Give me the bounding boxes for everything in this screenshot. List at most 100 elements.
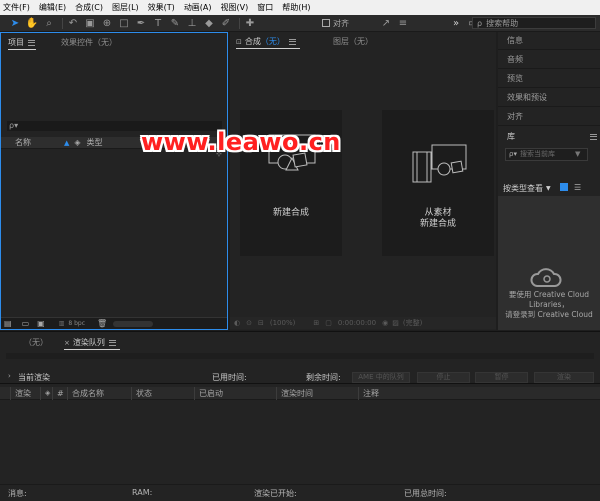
tab-project[interactable]: 项目 — [8, 37, 35, 48]
pan-behind-tool-icon[interactable]: ⊕ — [100, 16, 114, 30]
new-composition-icon[interactable]: ▣ — [37, 319, 45, 328]
guides-icon[interactable]: ▢ — [325, 319, 332, 327]
panel-menu-icon[interactable] — [28, 39, 35, 46]
color-depth-label[interactable]: 8 bpc — [68, 320, 85, 327]
lock-icon[interactable]: ⊡ — [236, 38, 242, 46]
panel-menu-icon[interactable] — [108, 339, 116, 346]
column-render-time[interactable]: 渲染时间 — [276, 387, 358, 400]
menu-composition[interactable]: 合成(C) — [75, 2, 103, 13]
ame-queue-button[interactable]: AME 中的队列 — [352, 372, 410, 383]
timecode-display[interactable]: 0:00:00:00 — [338, 319, 376, 327]
resolution-dropdown[interactable]: (完整) — [403, 318, 422, 328]
panel-align[interactable]: 对齐 — [498, 108, 600, 126]
render-queue-status-bar: 消息: RAM: 渲染已开始: 已用总时间: — [0, 484, 600, 501]
pause-button[interactable]: 暂停 — [475, 372, 528, 383]
menu-window[interactable]: 窗口 — [257, 2, 273, 13]
label-tag-icon[interactable]: ◈ — [40, 387, 52, 400]
sort-ascending-icon[interactable]: ▲ — [64, 139, 69, 147]
snap-checkbox[interactable] — [322, 19, 330, 27]
panel-effects-presets[interactable]: 效果和预设 — [498, 89, 600, 107]
panel-menu-icon[interactable] — [288, 38, 296, 45]
rotate-tool-icon[interactable]: ↶ — [66, 16, 80, 30]
tab-timeline-none[interactable]: （无） — [24, 337, 48, 348]
roto-brush-tool-icon[interactable]: ✐ — [219, 16, 233, 30]
delete-icon[interactable]: 🗑 — [97, 319, 107, 328]
camera-tool-icon[interactable]: ▣ — [83, 16, 97, 30]
channel-icon[interactable]: ▨ — [392, 319, 399, 327]
snapshot-icon[interactable]: ◉ — [382, 319, 388, 327]
clone-stamp-tool-icon[interactable]: ⊥ — [185, 16, 199, 30]
column-status[interactable]: 状态 — [131, 387, 194, 400]
timeline-panel: （无） × 渲染队列 — [0, 331, 600, 501]
column-started[interactable]: 已启动 — [194, 387, 276, 400]
interpret-footage-icon[interactable]: ▤ — [4, 319, 12, 328]
stop-button[interactable]: 停止 — [417, 372, 470, 383]
rectangle-tool-icon[interactable]: □ — [117, 16, 131, 30]
brush-tool-icon[interactable]: ✎ — [168, 16, 182, 30]
list-view-icon[interactable]: ☰ — [574, 183, 581, 192]
menu-animation[interactable]: 动画(A) — [184, 2, 212, 13]
grid-toggle-icon[interactable]: ⊞ — [313, 319, 319, 327]
column-comp-name[interactable]: 合成名称 — [67, 387, 131, 400]
workspace-overflow-icon[interactable]: » — [449, 16, 463, 30]
current-render-label: 当前渲染 — [18, 373, 50, 382]
column-comment[interactable]: 注释 — [358, 387, 600, 400]
thumbnail-scrollbar[interactable] — [113, 320, 154, 327]
zoom-tool-icon[interactable]: ⌕ — [42, 16, 56, 30]
new-composition-from-footage-card[interactable]: 从素材 新建合成 — [382, 110, 494, 256]
label-tag-icon[interactable]: ◈ — [74, 138, 80, 147]
panel-info[interactable]: 信息 — [498, 32, 600, 50]
column-number[interactable]: # — [52, 387, 67, 400]
menu-file[interactable]: 文件(F) — [3, 2, 30, 13]
new-folder-icon[interactable]: ▭ — [22, 319, 30, 328]
tab-render-queue[interactable]: × 渲染队列 — [64, 337, 116, 348]
watermark-logo: www.leawo.cn — [141, 128, 341, 156]
footage-composition-icon — [412, 144, 467, 183]
eraser-tool-icon[interactable]: ◆ — [202, 16, 216, 30]
always-preview-icon[interactable]: ◐ — [234, 319, 240, 327]
render-status-bar: › 当前渲染 已用时间: 剩余时间: AME 中的队列 停止 暂停 渲染 — [0, 370, 600, 384]
zoom-dropdown[interactable]: (100%) — [270, 319, 295, 327]
render-button[interactable]: 渲染 — [534, 372, 594, 383]
panel-preview[interactable]: 预览 — [498, 70, 600, 88]
workspace-expand-icon[interactable]: ≡ — [396, 16, 410, 30]
render-started-label: 渲染已开始: — [254, 489, 297, 498]
chevron-right-icon[interactable]: › — [8, 372, 11, 380]
active-tab-underline — [8, 49, 36, 50]
selection-tool-icon[interactable]: ➤ — [8, 16, 22, 30]
search-icon: ρ — [477, 18, 483, 28]
puppet-pin-tool-icon[interactable]: ✚ — [243, 16, 257, 30]
grid-view-icon[interactable] — [560, 183, 568, 191]
menu-bar: 文件(F) 编辑(E) 合成(C) 图层(L) 效果(T) 动画(A) 视图(V… — [0, 0, 600, 15]
search-help-input[interactable]: ρ 搜索帮助 — [472, 17, 596, 29]
mask-visibility-icon[interactable]: ⊙ — [246, 319, 252, 327]
pen-tool-icon[interactable]: ✒ — [134, 16, 148, 30]
tab-layer-label: 图层（无） — [333, 37, 373, 46]
menu-effect[interactable]: 效果(T) — [148, 2, 175, 13]
menu-view[interactable]: 视图(V) — [221, 2, 249, 13]
tab-library[interactable]: 库 — [507, 131, 597, 142]
column-render[interactable]: 渲染 — [10, 387, 40, 400]
tab-layer[interactable]: 图层（无） — [333, 36, 373, 47]
column-type[interactable]: 类型 — [87, 137, 103, 148]
search-icon: ρ▾ — [509, 150, 517, 158]
column-name[interactable]: 名称 — [15, 137, 31, 148]
library-content: 要使用 Creative Cloud Libraries， 请登录到 Creat… — [498, 196, 600, 330]
panel-audio[interactable]: 音频 — [498, 51, 600, 69]
magnification-icon[interactable]: ⊟ — [258, 319, 264, 327]
view-by-type-dropdown[interactable]: 按类型查看 ▼ — [503, 183, 551, 194]
tab-effect-controls[interactable]: 效果控件（无） — [61, 37, 117, 48]
type-tool-icon[interactable]: T — [151, 16, 165, 30]
menu-edit[interactable]: 编辑(E) — [39, 2, 66, 13]
close-icon[interactable]: × — [64, 339, 70, 347]
tab-composition[interactable]: ⊡ 合成 （无） — [236, 36, 296, 47]
library-dropdown-icon[interactable]: ▼ — [575, 150, 580, 158]
menu-layer[interactable]: 图层(L) — [112, 2, 139, 13]
composition-panel: ⊡ 合成 （无） 图层（无） 新建合成 从素材 新建合成 — [230, 32, 496, 330]
snap-options-icon[interactable]: ↗ — [379, 16, 393, 30]
hand-tool-icon[interactable]: ✋ — [25, 16, 39, 30]
panel-menu-icon[interactable] — [590, 133, 597, 140]
cc-message-line-1: 要使用 Creative Cloud — [508, 290, 590, 299]
menu-help[interactable]: 帮助(H) — [282, 2, 310, 13]
project-settings-icon[interactable]: ▥ — [59, 320, 65, 327]
